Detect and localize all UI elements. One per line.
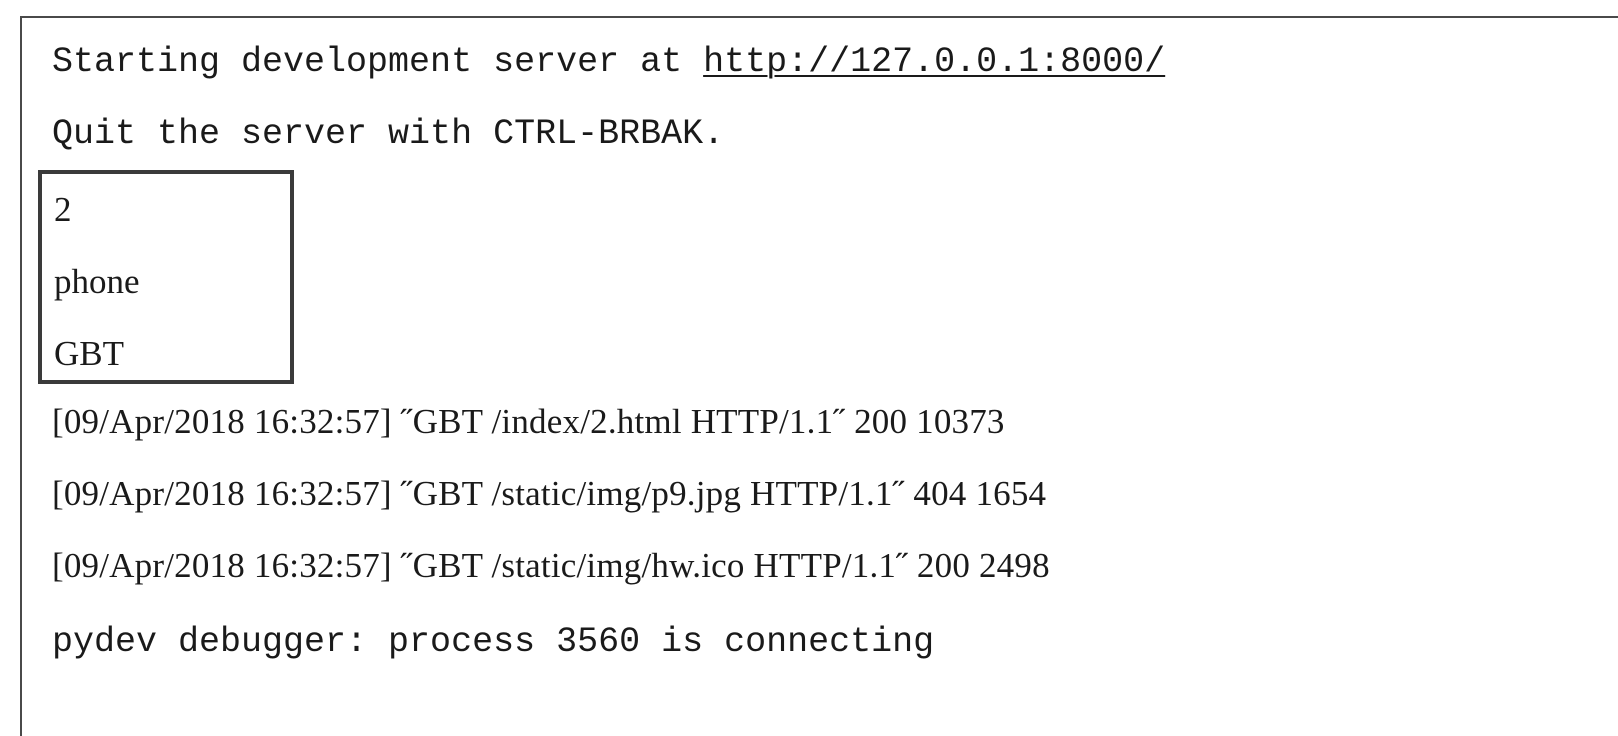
debugger-status-line: pydev debugger: process 3560 is connecti… [52, 622, 935, 662]
highlighted-output-box: 2 phone GBT [38, 170, 294, 384]
server-url-link[interactable]: http://127.0.0.1:8000/ [703, 42, 1165, 82]
request-log-line: [09/Apr/2018 16:32:57] ˝GBT /static/img/… [52, 474, 1047, 513]
request-log-line: [09/Apr/2018 16:32:57] ˝GBT /static/img/… [52, 546, 1050, 585]
quit-hint-line: Quit the server with CTRL-BRBAK. [52, 114, 725, 154]
server-start-prefix: Starting development server at [52, 42, 704, 82]
request-log-line: [09/Apr/2018 16:32:57] ˝GBT /index/2.htm… [52, 402, 1005, 441]
highlighted-output-line: GBT [54, 334, 124, 373]
server-start-line: Starting development server at http://12… [52, 42, 1165, 82]
highlighted-output-line: 2 [54, 190, 72, 229]
highlighted-output-line: phone [54, 262, 140, 301]
